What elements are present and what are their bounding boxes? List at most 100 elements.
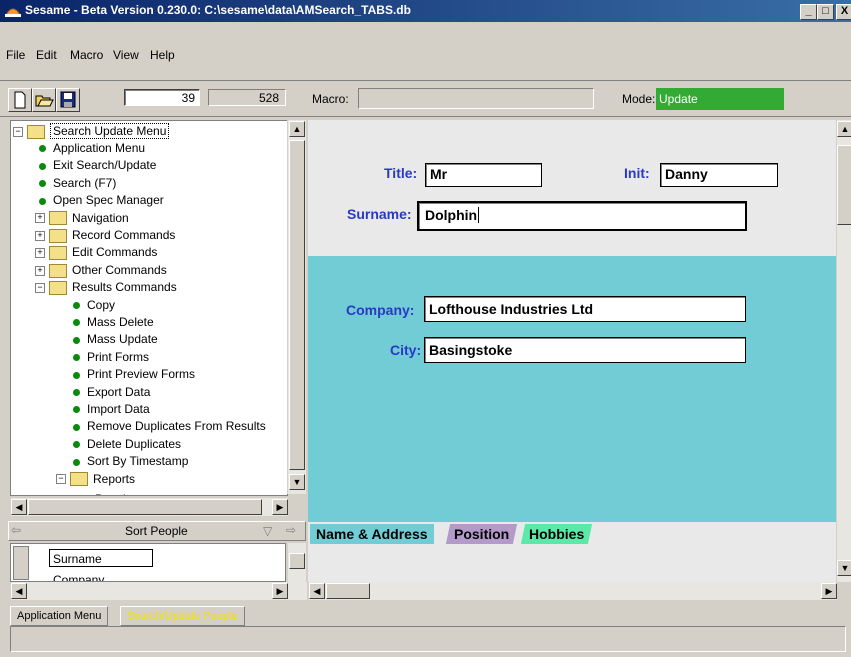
tree-item[interactable]: + Other Commands [35,262,167,279]
tree-vscrollbar[interactable]: ▲ ▼ [287,120,306,494]
surname-input[interactable]: Dolphin [417,201,747,231]
folder-open-icon [27,124,45,139]
form-vscrollbar[interactable]: ▲ ▼ [836,120,851,582]
sort-list-handle[interactable] [13,546,29,580]
open-button[interactable] [32,88,56,112]
tree-item[interactable]: Exit Search/Update [39,157,156,174]
expand-icon[interactable]: + [35,213,45,224]
tree-item[interactable]: Print Forms [73,349,149,366]
sort-scroll-right-icon[interactable]: ▶ [272,583,288,599]
tree-item[interactable]: Application Menu [39,140,145,157]
tree-item[interactable]: Print Preview Forms [73,366,195,383]
command-dot-icon [73,354,80,362]
sort-filter-icon[interactable]: ▽ [263,524,272,538]
tree-item[interactable]: Mass Update [73,331,158,348]
tab-hobbies[interactable]: Hobbies [520,524,593,544]
expand-icon[interactable]: + [35,248,45,259]
command-dot-icon [73,319,80,327]
sort-hscrollbar[interactable]: ◀ ▶ [10,582,307,600]
scroll-left-icon[interactable]: ◀ [11,499,27,515]
tree-item-label: Edit Commands [72,245,158,260]
form-scroll-left-icon[interactable]: ◀ [309,583,325,599]
title-label: Title: [384,165,418,181]
tree-item[interactable]: Search (F7) [39,175,116,192]
form-scroll-right-icon[interactable]: ▶ [821,583,837,599]
title-input[interactable]: Mr [425,163,542,187]
scroll-up-icon[interactable]: ▲ [289,121,305,137]
init-input[interactable]: Danny [660,163,778,187]
tree-item-label: Remove Duplicates From Results [87,419,266,434]
tree-item[interactable]: − Results Commands [35,279,177,296]
menu-edit[interactable]: Edit [36,48,57,62]
tree-item[interactable]: − Reports [56,471,135,488]
record-count: 528 [208,89,286,106]
tree-item[interactable]: Delete Duplicates [73,436,181,453]
close-button[interactable]: X [836,4,851,20]
menu-file[interactable]: File [6,48,25,62]
tree-item-label: Mass Update [87,332,158,347]
menu-view[interactable]: View [113,48,139,62]
tree-item[interactable]: Export Data [73,384,150,401]
collapse-icon[interactable]: − [56,474,66,485]
minimize-button[interactable]: _ [800,4,817,20]
expand-icon[interactable]: + [35,265,45,276]
sort-left-arrow-icon[interactable]: ⇦ [11,523,21,537]
tree-item-label: Mass Delete [87,315,154,329]
sort-vscrollbar[interactable] [287,543,306,582]
new-button[interactable] [8,88,32,112]
command-dot-icon [39,197,46,205]
collapse-icon[interactable]: − [35,283,45,294]
form-scroll-up-icon[interactable]: ▲ [837,121,851,137]
sort-item-surname[interactable]: Surname [49,549,153,567]
expand-icon[interactable]: + [35,230,45,241]
scroll-right-icon[interactable]: ▶ [272,499,288,515]
company-input[interactable]: Lofthouse Industries Ltd [424,296,746,322]
form-scroll-thumb[interactable] [837,145,851,225]
city-input[interactable]: Basingstoke [424,337,746,363]
sort-right-arrow-icon[interactable]: ⇨ [286,523,296,537]
form-scroll-down-icon[interactable]: ▼ [837,560,851,576]
collapse-icon[interactable]: − [13,126,23,137]
folder-icon [49,211,67,226]
tree-item[interactable]: +People [81,488,132,495]
command-dot-icon [73,301,80,309]
tree-item[interactable]: Sort By Timestamp [73,453,188,470]
maximize-button[interactable]: □ [817,4,834,20]
bottom-tab-search-update-people[interactable]: Search/Update People [120,606,245,626]
tree-item[interactable]: Remove Duplicates From Results [73,418,266,435]
bottom-tab-application-menu[interactable]: Application Menu [10,606,109,626]
sort-list: Surname Company [10,543,286,582]
command-dot-icon [73,441,80,449]
city-label: City: [390,342,422,358]
sort-scroll-thumb[interactable] [289,553,305,569]
save-button[interactable] [56,88,80,112]
tree-item[interactable]: + Navigation [35,210,129,227]
scroll-down-icon[interactable]: ▼ [289,474,305,490]
menu-help[interactable]: Help [150,48,175,62]
form-header-section [308,120,836,256]
tree-root[interactable]: − Search Update Menu [13,123,170,140]
form-hscrollbar[interactable]: ◀ ▶ [308,582,837,600]
tree-item[interactable]: + Edit Commands [35,244,157,261]
macro-field[interactable] [358,88,594,109]
tree-item[interactable]: Open Spec Manager [39,192,164,209]
tree-item[interactable]: + Record Commands [35,227,175,244]
menu-macro[interactable]: Macro [70,48,103,62]
tree-hscrollbar[interactable]: ◀ ▶ [10,497,288,516]
tree-item-label: Search (F7) [53,175,117,190]
tree-item[interactable]: Mass Delete [73,314,154,331]
tree-item-label: Import Data [87,402,150,416]
tree-scroll-thumb[interactable] [289,140,305,470]
sort-scroll-left-icon[interactable]: ◀ [11,583,27,599]
tab-name-address[interactable]: Name & Address [310,524,434,544]
tree-item[interactable]: Copy [73,297,115,314]
tree-hscroll-thumb[interactable] [28,499,262,515]
tab-position[interactable]: Position [445,524,518,544]
command-dot-icon [39,180,46,188]
tree-item[interactable]: Import Data [73,401,150,418]
status-bar [10,626,846,652]
command-dot-icon [73,458,80,466]
sort-item-company[interactable]: Company [53,572,104,581]
form-hscroll-thumb[interactable] [326,583,370,599]
record-number-field[interactable]: 39 [124,89,200,106]
